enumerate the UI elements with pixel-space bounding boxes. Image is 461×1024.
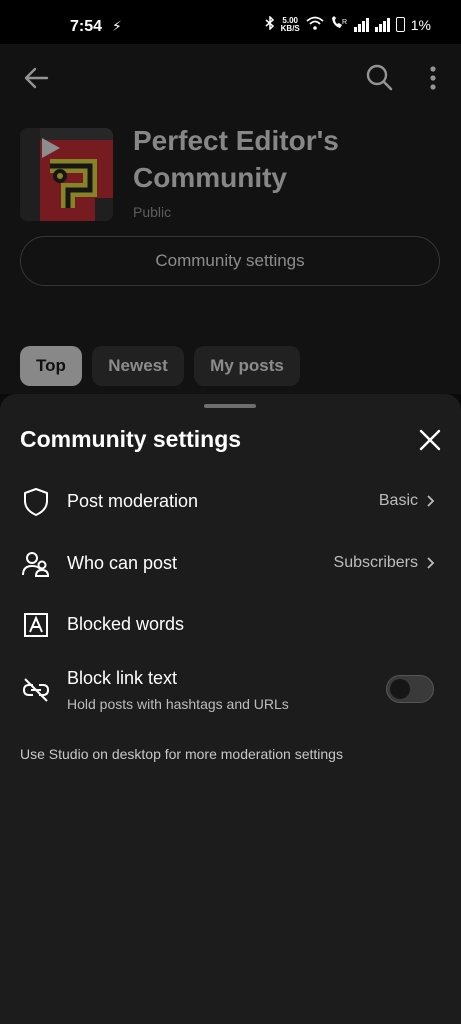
network-speed: 5.00 KB/S [280,16,300,33]
chevron-right-icon [427,495,435,507]
blocked-words-row[interactable]: Blocked words [0,599,461,651]
who-can-post-value-text: Subscribers [333,554,418,571]
chevron-right-icon [427,557,435,569]
who-can-post-row[interactable]: Who can post Subscribers [0,538,461,590]
status-indicators: 5.00 KB/S R 1% [265,15,431,33]
svg-text:R: R [342,19,347,26]
blocked-words-label: Blocked words [67,614,185,634]
arrow-left-icon[interactable] [22,64,50,92]
bluetooth-icon [265,15,275,33]
search-icon[interactable] [364,62,394,92]
call-icon: R [330,16,348,33]
community-settings-button[interactable]: Community settings [20,236,440,286]
shield-icon [24,488,48,516]
battery-icon [395,17,405,32]
status-bar: 7:54 ⚡ 5.00 KB/S R 1% [0,0,461,44]
block-link-text-sublabel: Hold posts with hashtags and URLs [67,696,289,712]
community-page: Perfect Editor's Community Public Commun… [0,44,461,394]
more-vertical-icon[interactable] [423,64,443,92]
moderation-footnote: Use Studio on desktop for more moderatio… [20,746,343,762]
close-icon[interactable] [418,428,442,452]
community-avatar [20,128,113,221]
wifi-icon [306,16,324,33]
status-time: 7:54 [70,18,103,35]
block-link-text-label: Block link text [67,668,178,688]
who-can-post-value: Subscribers [334,554,435,572]
tab-my-posts[interactable]: My posts [194,346,300,386]
block-link-text-toggle[interactable] [386,675,434,703]
signal-icon-2 [374,17,390,32]
battery-percent: 1% [410,16,431,33]
post-moderation-row[interactable]: Post moderation Basic [0,476,461,528]
who-can-post-label: Who can post [67,553,178,573]
tab-top[interactable]: Top [20,346,82,386]
post-moderation-label: Post moderation [67,491,199,511]
network-speed-unit: KB/S [280,23,300,33]
community-settings-sheet: Community settings Post moderation Basic… [0,394,461,1024]
community-name: Perfect Editor's Community [133,125,339,193]
sheet-title: Community settings [20,426,242,452]
drag-handle[interactable] [204,404,256,408]
toggle-knob [390,679,410,699]
post-moderation-value: Basic [379,492,435,510]
link-off-icon [22,678,50,702]
text-box-icon [24,613,48,637]
post-moderation-value-text: Basic [378,492,418,509]
block-link-text-row: Block link text Hold posts with hashtags… [0,660,461,722]
tab-newest[interactable]: Newest [92,346,184,386]
signal-icon [353,17,369,32]
people-icon [22,552,50,577]
flash-icon: ⚡ [112,18,122,34]
community-visibility: Public [133,204,172,220]
